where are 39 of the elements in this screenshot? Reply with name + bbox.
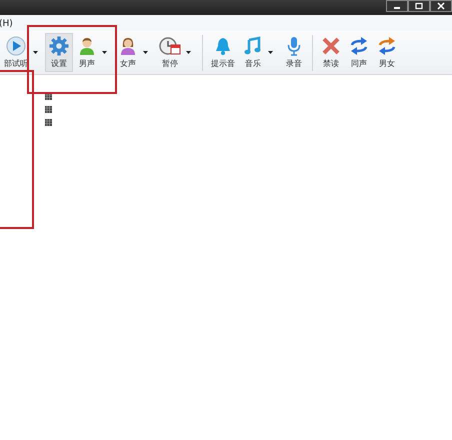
toolbar-button[interactable]: 音乐 xyxy=(239,33,267,72)
toolbar-button[interactable]: 设置 xyxy=(45,33,73,72)
toolbar-button[interactable]: 录音 xyxy=(280,33,308,72)
caret-icon xyxy=(143,51,148,54)
swap-arrows-icon xyxy=(377,36,397,56)
minimize-button[interactable] xyxy=(386,0,408,12)
clock-calendar-icon xyxy=(159,36,181,56)
person-icon xyxy=(77,36,97,56)
caret-icon xyxy=(268,51,273,54)
dropdown-button[interactable] xyxy=(267,51,274,54)
help-menu[interactable]: (H) xyxy=(0,19,13,29)
swap-arrows-icon xyxy=(349,36,369,56)
garbled-glyph-icon xyxy=(45,106,52,113)
toolbar-button[interactable]: 女声 xyxy=(114,33,142,72)
play-icon xyxy=(6,36,26,56)
dropdown-button[interactable] xyxy=(185,51,192,54)
toolbar-button[interactable]: 男女 xyxy=(373,33,401,72)
music-note-icon xyxy=(243,36,263,56)
toolbar-button[interactable]: 提示音 xyxy=(207,33,239,72)
caret-icon xyxy=(33,51,38,54)
dropdown-button[interactable] xyxy=(142,51,149,54)
toolbar-button[interactable]: 同声 xyxy=(345,33,373,72)
dropdown-button[interactable] xyxy=(101,51,108,54)
dropdown-button[interactable] xyxy=(32,51,39,54)
settings-icon xyxy=(49,36,69,56)
restore-icon xyxy=(415,2,423,10)
caret-icon xyxy=(186,51,191,54)
toolbar-button[interactable]: 部试听 xyxy=(0,33,32,72)
person-icon xyxy=(118,36,138,56)
close-icon xyxy=(437,2,445,10)
toolbar-button[interactable]: 暂停 xyxy=(155,33,185,72)
restore-button[interactable] xyxy=(408,0,430,12)
garbled-glyph-icon xyxy=(45,119,52,126)
close-button[interactable] xyxy=(430,0,452,12)
toolbar-button[interactable]: 禁读 xyxy=(317,33,345,72)
bell-icon xyxy=(213,36,233,56)
toolbar-button[interactable]: 男声 xyxy=(73,33,101,72)
caret-icon xyxy=(102,51,107,54)
cross-icon xyxy=(321,36,341,56)
